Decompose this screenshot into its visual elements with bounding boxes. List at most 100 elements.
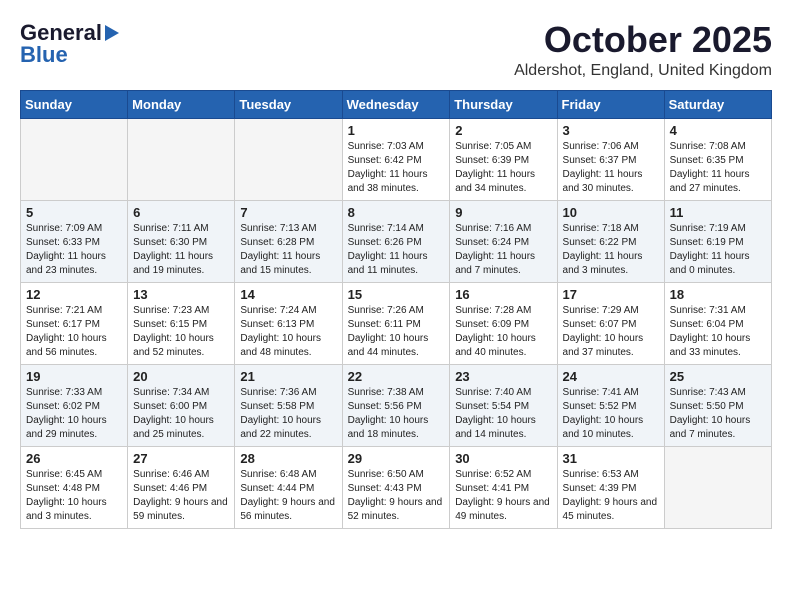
cell-content: Sunrise: 7:24 AM Sunset: 6:13 PM Dayligh… (240, 304, 336, 360)
calendar-cell: 6 Sunrise: 7:11 AM Sunset: 6:30 PM Daylig… (128, 200, 235, 282)
calendar-cell: 1 Sunrise: 7:03 AM Sunset: 6:42 PM Daylig… (342, 118, 450, 200)
cell-content: Sunrise: 7:43 AM Sunset: 5:50 PM Dayligh… (670, 386, 766, 442)
day-number: 1 (348, 123, 445, 138)
day-number: 8 (348, 205, 445, 220)
calendar-week-row: 26 Sunrise: 6:45 AM Sunset: 4:48 PM Dayli… (21, 446, 772, 528)
calendar-week-row: 12 Sunrise: 7:21 AM Sunset: 6:17 PM Dayli… (21, 282, 772, 364)
calendar-cell: 19 Sunrise: 7:33 AM Sunset: 6:02 PM Dayli… (21, 364, 128, 446)
calendar-cell: 24 Sunrise: 7:41 AM Sunset: 5:52 PM Dayli… (557, 364, 664, 446)
day-number: 31 (563, 451, 659, 466)
calendar-cell: 31 Sunrise: 6:53 AM Sunset: 4:39 PM Dayli… (557, 446, 664, 528)
cell-content: Sunrise: 7:41 AM Sunset: 5:52 PM Dayligh… (563, 386, 659, 442)
cell-content: Sunrise: 6:52 AM Sunset: 4:41 PM Dayligh… (455, 468, 551, 524)
cell-content: Sunrise: 7:13 AM Sunset: 6:28 PM Dayligh… (240, 222, 336, 278)
cell-content: Sunrise: 7:14 AM Sunset: 6:26 PM Dayligh… (348, 222, 445, 278)
cell-content: Sunrise: 7:03 AM Sunset: 6:42 PM Dayligh… (348, 140, 445, 196)
month-title: October 2025 (514, 20, 772, 60)
calendar-cell (235, 118, 342, 200)
weekday-tuesday: Tuesday (235, 90, 342, 118)
calendar-table: SundayMondayTuesdayWednesdayThursdayFrid… (20, 90, 772, 529)
day-number: 6 (133, 205, 229, 220)
calendar-cell: 10 Sunrise: 7:18 AM Sunset: 6:22 PM Dayli… (557, 200, 664, 282)
calendar-cell (128, 118, 235, 200)
logo-blue: Blue (20, 42, 68, 68)
day-number: 23 (455, 369, 551, 384)
cell-content: Sunrise: 7:36 AM Sunset: 5:58 PM Dayligh… (240, 386, 336, 442)
cell-content: Sunrise: 7:38 AM Sunset: 5:56 PM Dayligh… (348, 386, 445, 442)
cell-content: Sunrise: 7:11 AM Sunset: 6:30 PM Dayligh… (133, 222, 229, 278)
day-number: 19 (26, 369, 122, 384)
day-number: 16 (455, 287, 551, 302)
cell-content: Sunrise: 7:06 AM Sunset: 6:37 PM Dayligh… (563, 140, 659, 196)
weekday-friday: Friday (557, 90, 664, 118)
calendar-week-row: 5 Sunrise: 7:09 AM Sunset: 6:33 PM Daylig… (21, 200, 772, 282)
calendar-cell: 8 Sunrise: 7:14 AM Sunset: 6:26 PM Daylig… (342, 200, 450, 282)
cell-content: Sunrise: 7:09 AM Sunset: 6:33 PM Dayligh… (26, 222, 122, 278)
cell-content: Sunrise: 7:40 AM Sunset: 5:54 PM Dayligh… (455, 386, 551, 442)
cell-content: Sunrise: 7:19 AM Sunset: 6:19 PM Dayligh… (670, 222, 766, 278)
weekday-monday: Monday (128, 90, 235, 118)
day-number: 9 (455, 205, 551, 220)
cell-content: Sunrise: 6:50 AM Sunset: 4:43 PM Dayligh… (348, 468, 445, 524)
calendar-cell: 26 Sunrise: 6:45 AM Sunset: 4:48 PM Dayli… (21, 446, 128, 528)
weekday-sunday: Sunday (21, 90, 128, 118)
day-number: 10 (563, 205, 659, 220)
weekday-wednesday: Wednesday (342, 90, 450, 118)
cell-content: Sunrise: 6:53 AM Sunset: 4:39 PM Dayligh… (563, 468, 659, 524)
day-number: 5 (26, 205, 122, 220)
cell-content: Sunrise: 7:21 AM Sunset: 6:17 PM Dayligh… (26, 304, 122, 360)
cell-content: Sunrise: 7:33 AM Sunset: 6:02 PM Dayligh… (26, 386, 122, 442)
calendar-cell: 29Sunrise: 6:50 AM Sunset: 4:43 PM Dayli… (342, 446, 450, 528)
calendar-cell: 25 Sunrise: 7:43 AM Sunset: 5:50 PM Dayli… (664, 364, 771, 446)
logo-arrow-icon (105, 25, 119, 41)
location: Aldershot, England, United Kingdom (514, 62, 772, 80)
calendar-cell: 12 Sunrise: 7:21 AM Sunset: 6:17 PM Dayli… (21, 282, 128, 364)
cell-content: Sunrise: 7:18 AM Sunset: 6:22 PM Dayligh… (563, 222, 659, 278)
calendar-cell: 3 Sunrise: 7:06 AM Sunset: 6:37 PM Daylig… (557, 118, 664, 200)
day-number: 30 (455, 451, 551, 466)
calendar-cell: 20 Sunrise: 7:34 AM Sunset: 6:00 PM Dayli… (128, 364, 235, 446)
day-number: 26 (26, 451, 122, 466)
day-number: 20 (133, 369, 229, 384)
calendar-cell: 9Sunrise: 7:16 AM Sunset: 6:24 PM Daylig… (450, 200, 557, 282)
weekday-header-row: SundayMondayTuesdayWednesdayThursdayFrid… (21, 90, 772, 118)
day-number: 27 (133, 451, 229, 466)
cell-content: Sunrise: 6:48 AM Sunset: 4:44 PM Dayligh… (240, 468, 336, 524)
cell-content: Sunrise: 6:45 AM Sunset: 4:48 PM Dayligh… (26, 468, 122, 524)
day-number: 12 (26, 287, 122, 302)
day-number: 11 (670, 205, 766, 220)
calendar-cell: 28Sunrise: 6:48 AM Sunset: 4:44 PM Dayli… (235, 446, 342, 528)
calendar-cell: 5 Sunrise: 7:09 AM Sunset: 6:33 PM Daylig… (21, 200, 128, 282)
calendar-cell (664, 446, 771, 528)
day-number: 25 (670, 369, 766, 384)
calendar-cell: 27 Sunrise: 6:46 AM Sunset: 4:46 PM Dayli… (128, 446, 235, 528)
logo: General Blue (20, 20, 119, 68)
calendar-cell: 22 Sunrise: 7:38 AM Sunset: 5:56 PM Dayli… (342, 364, 450, 446)
page-header: General Blue October 2025 Aldershot, Eng… (20, 20, 772, 80)
calendar-cell: 14 Sunrise: 7:24 AM Sunset: 6:13 PM Dayli… (235, 282, 342, 364)
day-number: 17 (563, 287, 659, 302)
weekday-saturday: Saturday (664, 90, 771, 118)
day-number: 24 (563, 369, 659, 384)
calendar-cell: 2Sunrise: 7:05 AM Sunset: 6:39 PM Daylig… (450, 118, 557, 200)
day-number: 14 (240, 287, 336, 302)
day-number: 18 (670, 287, 766, 302)
calendar-cell: 7 Sunrise: 7:13 AM Sunset: 6:28 PM Daylig… (235, 200, 342, 282)
cell-content: Sunrise: 7:29 AM Sunset: 6:07 PM Dayligh… (563, 304, 659, 360)
calendar-cell: 4Sunrise: 7:08 AM Sunset: 6:35 PM Daylig… (664, 118, 771, 200)
calendar-cell: 17 Sunrise: 7:29 AM Sunset: 6:07 PM Dayli… (557, 282, 664, 364)
calendar-cell: 11 Sunrise: 7:19 AM Sunset: 6:19 PM Dayli… (664, 200, 771, 282)
day-number: 7 (240, 205, 336, 220)
calendar-cell: 21Sunrise: 7:36 AM Sunset: 5:58 PM Dayli… (235, 364, 342, 446)
day-number: 3 (563, 123, 659, 138)
cell-content: Sunrise: 7:26 AM Sunset: 6:11 PM Dayligh… (348, 304, 445, 360)
day-number: 4 (670, 123, 766, 138)
weekday-thursday: Thursday (450, 90, 557, 118)
calendar-cell: 16Sunrise: 7:28 AM Sunset: 6:09 PM Dayli… (450, 282, 557, 364)
calendar-cell: 18 Sunrise: 7:31 AM Sunset: 6:04 PM Dayli… (664, 282, 771, 364)
cell-content: Sunrise: 7:34 AM Sunset: 6:00 PM Dayligh… (133, 386, 229, 442)
cell-content: Sunrise: 7:31 AM Sunset: 6:04 PM Dayligh… (670, 304, 766, 360)
calendar-cell: 23 Sunrise: 7:40 AM Sunset: 5:54 PM Dayli… (450, 364, 557, 446)
cell-content: Sunrise: 6:46 AM Sunset: 4:46 PM Dayligh… (133, 468, 229, 524)
day-number: 22 (348, 369, 445, 384)
